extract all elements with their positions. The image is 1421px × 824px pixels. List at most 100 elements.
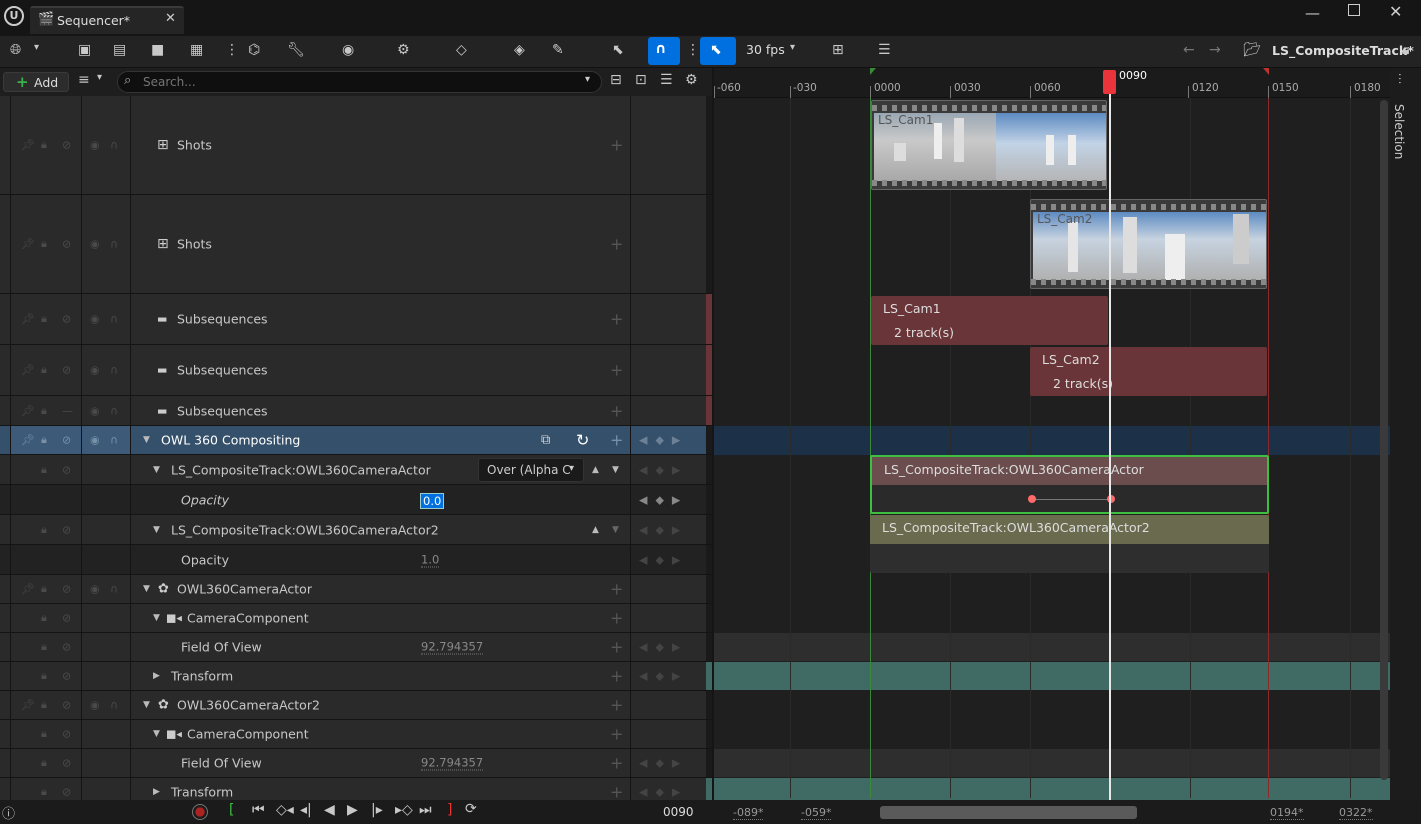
view-end[interactable]: 0194* <box>1270 806 1304 820</box>
pin-icon[interactable]: 📌︎ <box>21 313 35 326</box>
tab-sequencer[interactable]: 🎬 Sequencer* ✕ <box>30 6 184 34</box>
track-row-opacity[interactable]: Opacity 0.0 ◀◆▶ <box>0 485 712 515</box>
lock-icon[interactable]: 🔒︎ <box>41 727 47 741</box>
world-icon[interactable]: 🌐︎ <box>10 42 21 58</box>
set-start-icon[interactable]: [ <box>229 802 234 818</box>
collapse-icon[interactable]: ⊟ <box>610 72 622 88</box>
search-input[interactable] <box>143 74 583 90</box>
close-window-icon[interactable]: ✕ <box>1389 2 1402 21</box>
keyframe-nav-icon[interactable]: ◀◆▶ <box>639 463 688 476</box>
lock-icon[interactable]: 🔒︎ <box>41 785 47 799</box>
lock-icon[interactable]: 🔒︎ <box>41 698 47 712</box>
filter-icon[interactable]: ≡ <box>78 72 90 88</box>
track-row-subsequences[interactable]: 📌︎ 🔒︎ — ◉ ∩ ▬ Subsequences + <box>0 396 712 426</box>
eye-icon[interactable]: ◉ <box>90 313 100 326</box>
eye-icon[interactable]: ◉ <box>90 404 100 417</box>
track-list-icon[interactable]: ☰ <box>878 42 891 58</box>
collapse-arrow-icon[interactable]: ▼ <box>153 465 160 475</box>
track-row-field-of-view[interactable]: 🔒︎ ⊘ Field Of View 92.794357 + ◀◆▶ <box>0 633 712 662</box>
selection-tab[interactable]: Selection <box>1392 104 1406 159</box>
view-start[interactable]: -059* <box>801 806 832 820</box>
lock-icon[interactable]: 🔒︎ <box>41 433 47 447</box>
track-row-field-of-view[interactable]: 🔒︎ ⊘ Field Of View 92.794357 + ◀◆▶ <box>0 749 712 778</box>
mute-icon[interactable]: ⊘ <box>62 463 71 476</box>
headphones-icon[interactable]: ∩ <box>110 364 118 377</box>
expand-arrow-icon[interactable]: ▶ <box>153 671 160 681</box>
chevron-down-icon[interactable]: ▾ <box>790 42 795 53</box>
save-icon[interactable]: ▣ <box>78 42 91 58</box>
add-track-icon[interactable]: + <box>610 310 623 329</box>
collapse-arrow-icon[interactable]: ▼ <box>153 525 160 535</box>
subsequence-clip-1[interactable]: LS_Cam1 2 track(s) <box>871 296 1108 345</box>
eye-icon[interactable]: ◉ <box>90 434 100 447</box>
move-down-icon[interactable]: ▼ <box>612 465 619 475</box>
add-track-icon[interactable]: + <box>610 754 623 773</box>
collapse-arrow-icon[interactable]: ▼ <box>143 700 150 710</box>
keyframe-nav-icon[interactable]: ◀◆▶ <box>639 641 688 654</box>
track-row-owl-compositing[interactable]: 📌︎ 🔒︎ ⊘ ◉ ∩ ▼ OWL 360 Compositing ⧉ ↻ + ◀◆▶ <box>0 426 712 455</box>
pin-icon[interactable]: 📌︎ <box>21 699 35 712</box>
track-row-camera-actor[interactable]: 📌︎🔒︎⊘ ◉∩ ▼ ✿ OWL360CameraActor + ■◂ <box>0 575 712 604</box>
lock-icon[interactable]: 🔒︎ <box>41 523 47 537</box>
step-forward-frame-icon[interactable]: |▸ <box>371 802 383 818</box>
eye-icon[interactable]: ◉ <box>90 364 100 377</box>
step-forward-key-icon[interactable]: ▸◇ <box>395 802 413 818</box>
lock-icon[interactable]: 🔒︎ <box>41 756 47 770</box>
set-end-icon[interactable]: ] <box>447 802 452 818</box>
record-button[interactable] <box>192 804 208 820</box>
keyframe-nav-icon[interactable]: ◀◆▶ <box>639 493 688 506</box>
subsequence-clip-2[interactable]: LS_Cam2 2 track(s) <box>1030 347 1267 396</box>
current-frame[interactable]: 0090 <box>663 805 694 819</box>
fov-value[interactable]: 92.794357 <box>421 756 484 771</box>
tools-icon[interactable]: 🔧︎ <box>287 42 305 58</box>
track-row-composite-1[interactable]: 🔒︎ ⊘ ▼ LS_CompositeTrack:OWL360CameraActo… <box>0 455 712 485</box>
lock-icon[interactable]: 🔒︎ <box>41 611 47 625</box>
timeline-area[interactable]: -060 -030 0000 0030 0060 0120 0150 0180 … <box>714 68 1421 800</box>
track-row-transform[interactable]: 🔒︎ ⊘ ▶ Transform + ◀◆▶ <box>0 778 712 800</box>
track-row-transform[interactable]: 🔒︎ ⊘ ▶ Transform + ◀◆▶ <box>0 662 712 691</box>
eye-icon[interactable]: ◉ <box>90 583 100 596</box>
more-icon[interactable]: ⋮ <box>225 42 239 58</box>
keyframe-nav-icon[interactable]: ◀◆▶ <box>639 786 688 799</box>
keyframe-nav-icon[interactable]: ◀◆▶ <box>639 670 688 683</box>
keyframe-nav-icon[interactable]: ◀◆▶ <box>639 553 688 566</box>
playhead-handle[interactable] <box>1103 70 1116 94</box>
mute-icon[interactable]: ⊘ <box>62 728 71 741</box>
playhead-line[interactable] <box>1109 94 1111 800</box>
track-row-camera-actor-2[interactable]: 📌︎🔒︎⊘ ◉∩ ▼ ✿ OWL360CameraActor2 + ■◂ <box>0 691 712 720</box>
pin-icon[interactable]: 📌︎ <box>21 364 35 377</box>
select-cursor-icon[interactable]: ⬉ <box>612 42 624 58</box>
mute-icon[interactable]: ⊘ <box>62 699 71 712</box>
headphones-icon[interactable]: ∩ <box>110 434 118 447</box>
back-arrow-icon[interactable]: ← <box>1183 42 1195 58</box>
keyframe-nav-icon[interactable]: ◀◆▶ <box>639 757 688 770</box>
add-track-icon[interactable]: + <box>610 401 623 420</box>
headphones-icon[interactable]: ∩ <box>110 699 118 712</box>
render-movie-icon[interactable]: ▦ <box>190 42 203 58</box>
jump-to-start-icon[interactable]: ⏮ <box>252 802 265 818</box>
add-track-icon[interactable]: + <box>610 696 623 715</box>
lock-icon[interactable]: 🔒︎ <box>41 138 47 152</box>
preview-icon[interactable]: ⧉ <box>541 433 550 448</box>
settings-gear-icon[interactable]: ⚙ <box>685 72 698 88</box>
mute-icon[interactable]: ⊘ <box>62 670 71 683</box>
add-track-icon[interactable]: + <box>610 136 623 155</box>
headphones-icon[interactable]: ∩ <box>110 404 118 417</box>
jump-to-end-icon[interactable]: ⏭ <box>419 802 432 818</box>
lock-icon[interactable]: 🔒︎ <box>41 640 47 654</box>
add-track-icon[interactable]: + <box>610 783 623 801</box>
lock-icon[interactable]: 🔒︎ <box>1402 42 1409 58</box>
chevron-down-icon[interactable]: ▾ <box>97 72 102 83</box>
play-reverse-icon[interactable]: ◀ <box>324 802 335 818</box>
collapse-arrow-icon[interactable]: ▼ <box>153 613 160 623</box>
headphones-icon[interactable]: ∩ <box>110 313 118 326</box>
magnet-icon[interactable]: ∩ <box>655 41 666 57</box>
fov-value[interactable]: 92.794357 <box>421 640 484 655</box>
composite-section-1[interactable]: LS_CompositeTrack:OWL360CameraActor <box>870 455 1269 514</box>
track-row-camera-component[interactable]: 🔒︎ ⊘ ▼ ■◂ CameraComponent + <box>0 604 712 633</box>
keyframe-nav-icon[interactable]: ◀◆▶ <box>639 523 688 536</box>
add-track-icon[interactable]: + <box>610 361 623 380</box>
sequence-breadcrumb[interactable]: LS_CompositeTrack* <box>1272 43 1414 58</box>
chevron-down-icon[interactable]: ▾ <box>585 74 590 85</box>
opacity-value[interactable]: 1.0 <box>421 552 440 567</box>
